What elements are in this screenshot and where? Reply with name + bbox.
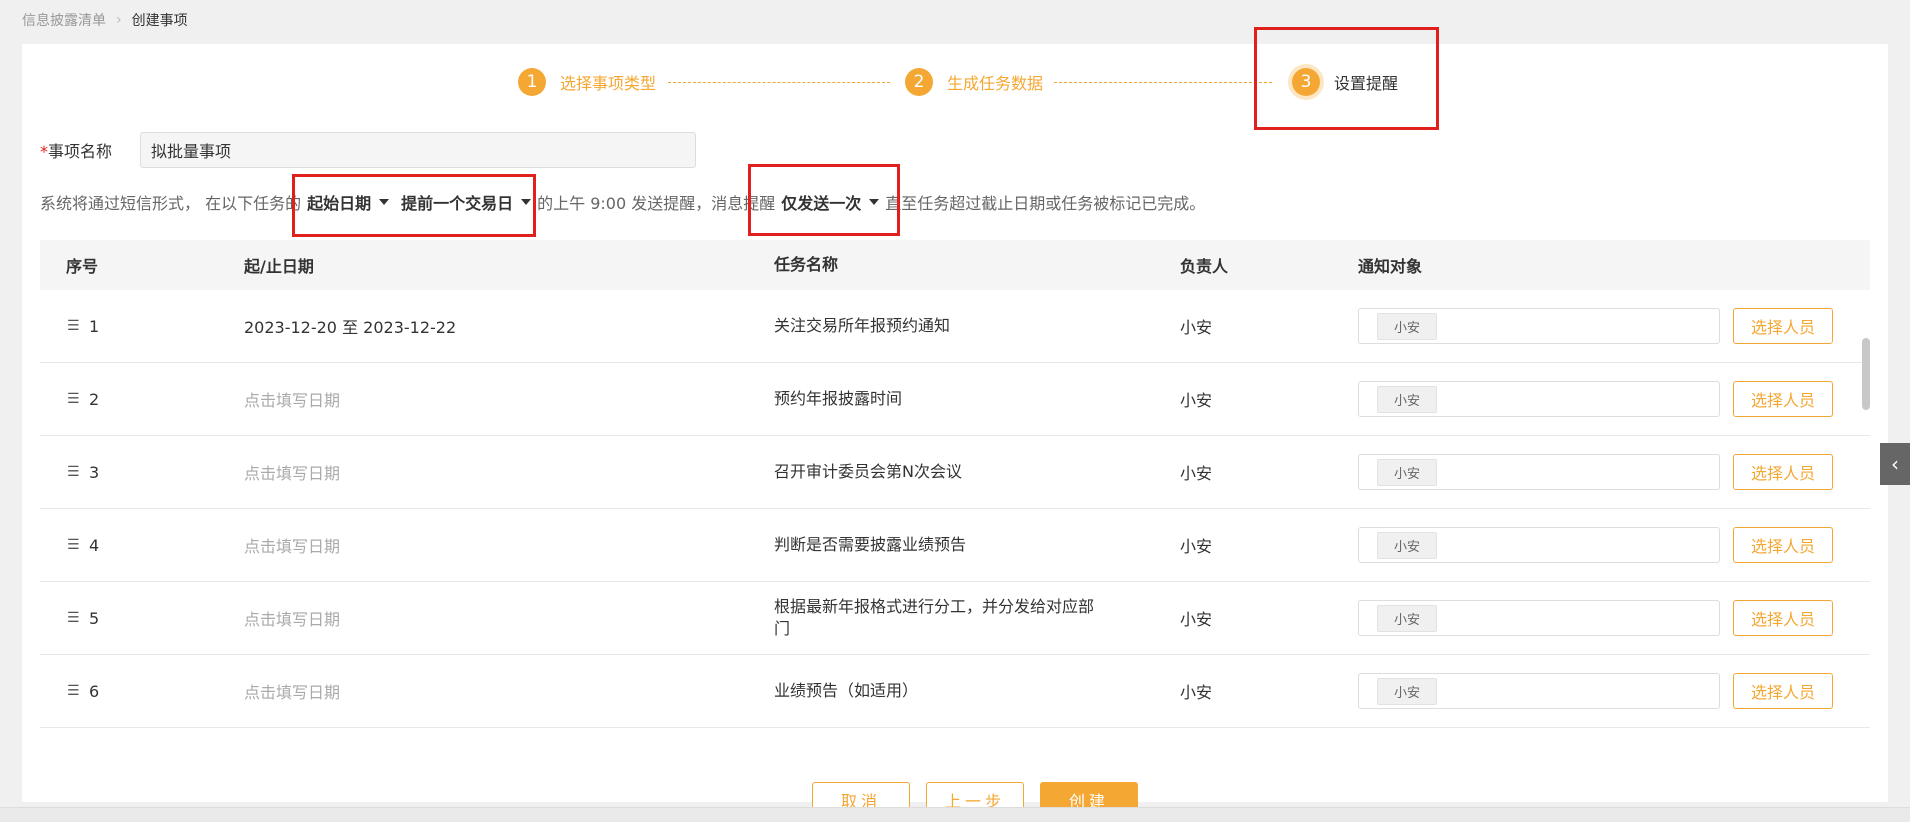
select-person-button[interactable]: 选择人员 (1733, 308, 1833, 344)
row-date[interactable]: 2023-12-20 至 2023-12-22 (244, 314, 774, 338)
scrollbar-thumb[interactable] (1862, 338, 1870, 410)
step-connector-1 (668, 82, 890, 83)
breadcrumb-current: 创建事项 (131, 13, 188, 29)
select-person-button[interactable]: 选择人员 (1733, 381, 1833, 417)
row-owner: 小安 (1180, 318, 1213, 337)
notify-tag: 小安 (1377, 385, 1438, 413)
notify-field[interactable]: 小安 (1358, 673, 1720, 709)
drag-list-icon[interactable]: ☰ (67, 683, 85, 699)
highlight-step3 (1254, 27, 1439, 130)
reminder-sentence: 系统将通过短信形式， 在以下任务的 起始日期 提前一个交易日 的上午 9:00 … (40, 190, 1205, 214)
table-row: ☰ 4 点击填写日期 判断是否需要披露业绩预告 小安 小安 选择人员 (40, 509, 1870, 582)
table-row: ☰ 1 2023-12-20 至 2023-12-22 关注交易所年报预约通知 小… (40, 290, 1870, 363)
row-owner: 小安 (1180, 683, 1213, 702)
highlight-frequency (748, 164, 900, 236)
row-task: 关注交易所年报预约通知 (774, 316, 951, 335)
row-owner: 小安 (1180, 464, 1213, 483)
notify-tag: 小安 (1377, 604, 1438, 632)
row-task: 召开审计委员会第N次会议 (774, 462, 962, 481)
row-index: 2 (89, 389, 100, 409)
table-row: ☰ 3 点击填写日期 召开审计委员会第N次会议 小安 小安 选择人员 (40, 436, 1870, 509)
highlight-date-offset (292, 174, 536, 237)
step-connector-2 (1054, 82, 1272, 83)
select-person-button[interactable]: 选择人员 (1733, 454, 1833, 490)
main-card: 1 选择事项类型 2 生成任务数据 3 设置提醒 *事项名称 系统将通过短信形式… (22, 27, 1888, 818)
sentence-part-3: 直至任务超过截止日期或任务被标记已完成。 (885, 194, 1206, 213)
step-indicator: 1 选择事项类型 2 生成任务数据 3 设置提醒 (22, 44, 1888, 124)
drag-list-icon[interactable]: ☰ (67, 610, 85, 626)
notify-field[interactable]: 小安 (1358, 308, 1720, 344)
row-index: 1 (89, 316, 100, 336)
event-name-label: *事项名称 (40, 138, 140, 162)
header-owner: 负责人 (1180, 257, 1229, 276)
drag-list-icon[interactable]: ☰ (67, 464, 85, 480)
row-task: 判断是否需要披露业绩预告 (774, 535, 967, 554)
row-owner: 小安 (1180, 610, 1213, 629)
chevron-left-icon[interactable]: ‹ (1880, 443, 1910, 485)
header-index: 序号 (66, 257, 99, 276)
select-person-button[interactable]: 选择人员 (1733, 527, 1833, 563)
row-owner: 小安 (1180, 391, 1213, 410)
breadcrumb-parent[interactable]: 信息披露清单 (22, 10, 106, 30)
drag-list-icon[interactable]: ☰ (67, 537, 85, 553)
header-date: 起/止日期 (244, 257, 314, 276)
select-person-button[interactable]: 选择人员 (1733, 673, 1833, 709)
notify-tag: 小安 (1377, 677, 1438, 705)
header-notify: 通知对象 (1358, 257, 1423, 276)
row-task: 业绩预告（如适用） (774, 681, 919, 700)
table-row: ☰ 2 点击填写日期 预约年报披露时间 小安 小安 选择人员 (40, 363, 1870, 436)
breadcrumb: 信息披露清单 › 创建事项 (22, 10, 188, 30)
table-row: ☰ 5 点击填写日期 根据最新年报格式进行分工，并分发给对应部门 小安 小安 选择人… (40, 582, 1870, 655)
row-index: 6 (89, 681, 100, 701)
step-1-number: 1 (518, 68, 546, 96)
step-2: 2 生成任务数据 (905, 68, 1043, 96)
header-task: 任务名称 (774, 255, 839, 274)
drag-list-icon[interactable]: ☰ (67, 318, 85, 334)
notify-tag: 小安 (1377, 531, 1438, 559)
table-row: ☰ 6 点击填写日期 业绩预告（如适用） 小安 小安 选择人员 (40, 655, 1870, 728)
drag-list-icon[interactable]: ☰ (67, 391, 85, 407)
required-mark: * (40, 142, 48, 161)
row-owner: 小安 (1180, 537, 1213, 556)
notify-field[interactable]: 小安 (1358, 454, 1720, 490)
bottom-bar (0, 807, 1910, 822)
step-1: 1 选择事项类型 (518, 68, 656, 96)
sentence-part-2: 的上午 9:00 发送提醒，消息提醒 (537, 194, 776, 213)
row-task: 预约年报披露时间 (774, 389, 903, 408)
row-date[interactable]: 点击填写日期 (244, 606, 774, 630)
event-name-input[interactable] (140, 132, 696, 168)
row-date[interactable]: 点击填写日期 (244, 460, 774, 484)
table-header: 序号 起/止日期 任务名称 负责人 通知对象 (40, 240, 1870, 290)
table-scrollbar[interactable] (1862, 338, 1870, 758)
event-name-label-text: 事项名称 (48, 142, 113, 161)
row-index: 4 (89, 535, 100, 555)
notify-field[interactable]: 小安 (1358, 381, 1720, 417)
sentence-part-1: 系统将通过短信形式， 在以下任务的 (40, 194, 302, 213)
row-date[interactable]: 点击填写日期 (244, 387, 774, 411)
step-2-label: 生成任务数据 (947, 74, 1044, 93)
notify-tag: 小安 (1377, 312, 1438, 340)
task-table: 序号 起/止日期 任务名称 负责人 通知对象 ☰ 1 2023-12-20 至 2… (40, 240, 1870, 728)
notify-field[interactable]: 小安 (1358, 600, 1720, 636)
step-2-number: 2 (905, 68, 933, 96)
select-person-button[interactable]: 选择人员 (1733, 600, 1833, 636)
notify-tag: 小安 (1377, 458, 1438, 486)
chevron-right-icon: › (116, 12, 122, 28)
event-name-row: *事项名称 (40, 132, 696, 168)
notify-field[interactable]: 小安 (1358, 527, 1720, 563)
row-index: 3 (89, 462, 100, 482)
step-1-label: 选择事项类型 (560, 74, 657, 93)
row-date[interactable]: 点击填写日期 (244, 679, 774, 703)
row-index: 5 (89, 608, 100, 628)
row-task: 根据最新年报格式进行分工，并分发给对应部门 (774, 597, 1095, 638)
row-date[interactable]: 点击填写日期 (244, 533, 774, 557)
